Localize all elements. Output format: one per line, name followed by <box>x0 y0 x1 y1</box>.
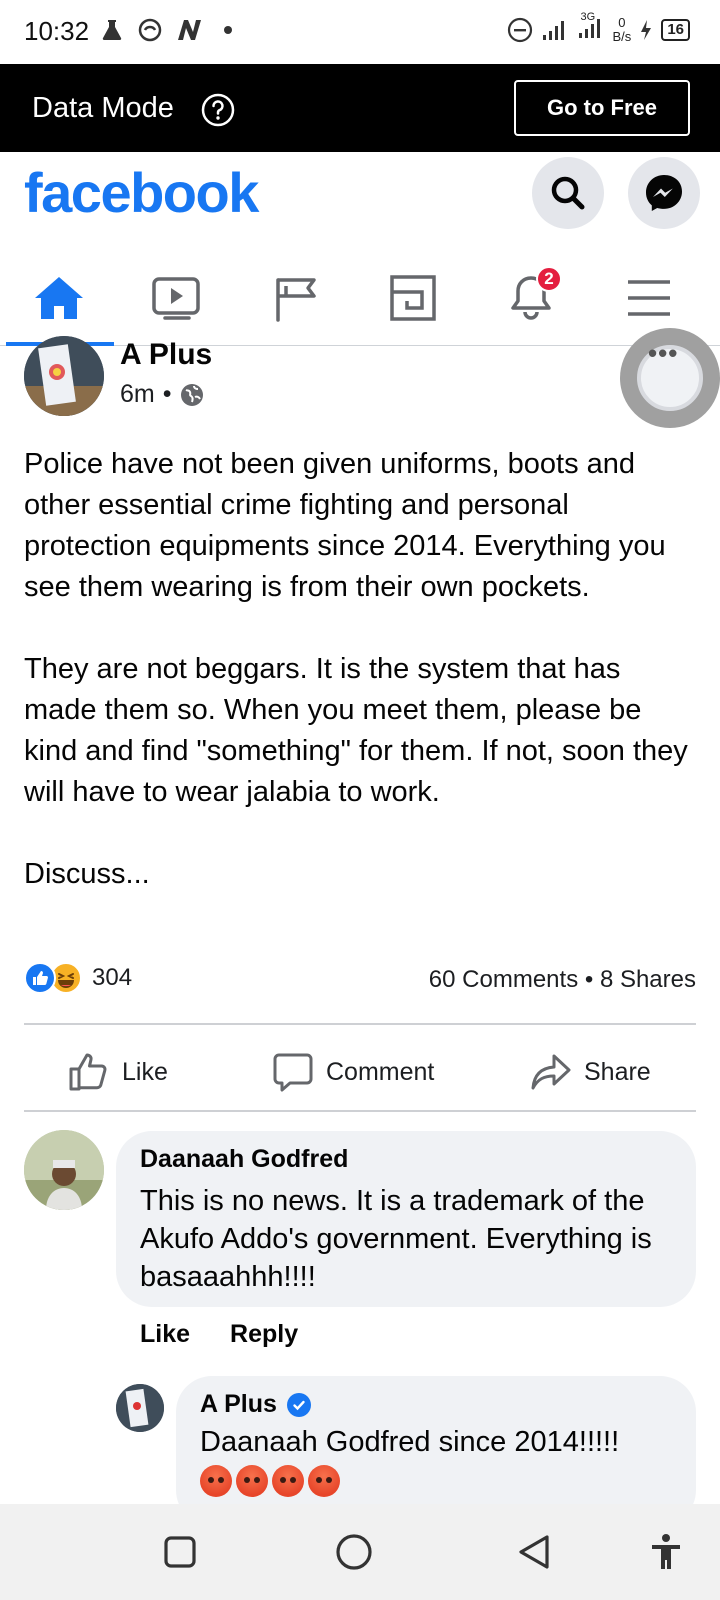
app-notification-icon <box>138 18 162 42</box>
post-paragraph: Police have not been given uniforms, boo… <box>24 448 666 603</box>
angry-emoji-icon <box>308 1465 340 1497</box>
accessibility-icon <box>652 1534 680 1569</box>
marketplace-icon <box>390 275 436 321</box>
lab-flask-icon <box>102 20 122 40</box>
divider <box>24 1023 696 1025</box>
verified-badge-icon <box>286 1392 311 1417</box>
tab-notifications[interactable]: 2 <box>478 250 584 346</box>
share-icon <box>531 1054 571 1090</box>
reply-author-avatar[interactable] <box>116 1384 164 1432</box>
do-not-disturb-icon <box>507 17 532 43</box>
messenger-icon <box>646 175 682 211</box>
flag-icon <box>276 278 316 322</box>
comment-button[interactable]: Comment <box>272 1050 434 1094</box>
home-button[interactable] <box>332 1530 376 1574</box>
menu-icon <box>628 280 670 316</box>
comment-icon <box>273 1053 313 1092</box>
comment-actions: Like Reply <box>140 1320 298 1349</box>
circle-icon <box>336 1534 372 1570</box>
tab-pages[interactable] <box>242 250 348 346</box>
speed-unit: B/s <box>612 29 632 44</box>
home-icon <box>35 277 83 319</box>
post-text: Police have not been given uniforms, boo… <box>24 444 700 895</box>
more-notifications-dot-icon <box>224 26 232 34</box>
post-paragraph: They are not beggars. It is the system t… <box>24 653 688 808</box>
messenger-button[interactable] <box>628 157 700 229</box>
search-button[interactable] <box>532 157 604 229</box>
angry-emoji-icon <box>272 1465 304 1497</box>
globe-icon <box>180 383 203 406</box>
like-reaction-icon <box>24 962 56 994</box>
commenter-name[interactable]: Daanaah Godfred <box>140 1145 672 1174</box>
data-mode-label: Data Mode <box>32 92 174 124</box>
post-time[interactable]: 6m <box>120 380 155 409</box>
go-to-free-button[interactable]: Go to Free <box>514 80 690 136</box>
angry-emoji-icon <box>200 1465 232 1497</box>
network-speed: 0 B/s <box>613 16 632 44</box>
comment-bubble[interactable]: Daanaah Godfred This is no news. It is a… <box>116 1131 696 1307</box>
facebook-logo[interactable]: facebook <box>24 160 259 225</box>
comments-count[interactable]: 60 Comments <box>429 966 578 993</box>
meta-separator: • <box>162 380 172 408</box>
signal-icon <box>542 21 564 40</box>
divider <box>24 1110 696 1112</box>
like-button[interactable]: Like <box>68 1050 168 1094</box>
network-type: 3G <box>580 10 596 23</box>
comment-label: Comment <box>326 1057 435 1086</box>
status-system-icons: 3G 0 B/s 16 <box>507 11 690 44</box>
search-icon <box>551 176 585 210</box>
charging-icon <box>641 20 652 40</box>
post-more-options-icon[interactable]: ••• <box>648 338 678 369</box>
post-author-name[interactable]: A Plus <box>120 338 212 372</box>
reply-text: Daanaah Godfred since 2014!!!!! <box>200 1426 620 1458</box>
tab-watch[interactable] <box>124 250 230 346</box>
shares-count[interactable]: 8 Shares <box>600 966 696 993</box>
video-icon <box>152 277 200 320</box>
tab-home[interactable] <box>6 250 112 346</box>
notification-badge: 2 <box>536 266 562 292</box>
stats-separator: • <box>584 966 594 993</box>
status-time: 10:32 <box>24 16 90 46</box>
status-notification-icons <box>100 18 232 42</box>
post-meta: 6m • <box>120 380 204 409</box>
post-stats: 60 Comments • 8 Shares <box>429 966 696 994</box>
post-author-avatar[interactable] <box>24 336 104 416</box>
speed-value: 0 <box>618 15 626 30</box>
share-label: Share <box>584 1057 651 1086</box>
comment-text: This is no news. It is a trademark of th… <box>140 1185 652 1293</box>
like-label: Like <box>122 1057 168 1086</box>
reaction-count: 304 <box>92 964 133 991</box>
data-mode-help-icon[interactable] <box>200 92 236 128</box>
comment-reply-button[interactable]: Reply <box>230 1320 298 1349</box>
angry-emoji-row <box>200 1465 672 1497</box>
main-tab-bar: 2 <box>0 250 720 346</box>
battery-level: 16 <box>661 19 690 41</box>
reply-author-name[interactable]: A Plus <box>200 1390 277 1419</box>
tab-marketplace[interactable] <box>360 250 466 346</box>
square-icon <box>164 1536 196 1568</box>
reactions-summary[interactable]: 304 <box>24 962 132 994</box>
post-paragraph: Discuss... <box>24 858 150 890</box>
status-bar: 10:32 3G 0 B/s 16 <box>0 0 720 64</box>
n-logo-icon <box>178 20 201 40</box>
commenter-avatar[interactable] <box>24 1130 104 1210</box>
comment-like-button[interactable]: Like <box>140 1320 190 1349</box>
accessibility-button[interactable] <box>644 1530 688 1574</box>
triangle-back-icon <box>519 1535 549 1569</box>
back-button[interactable] <box>512 1530 556 1574</box>
system-nav-bar <box>0 1504 720 1600</box>
thumbs-up-icon <box>69 1053 107 1091</box>
share-button[interactable]: Share <box>530 1050 651 1094</box>
angry-emoji-icon <box>236 1465 268 1497</box>
recent-apps-button[interactable] <box>158 1530 202 1574</box>
